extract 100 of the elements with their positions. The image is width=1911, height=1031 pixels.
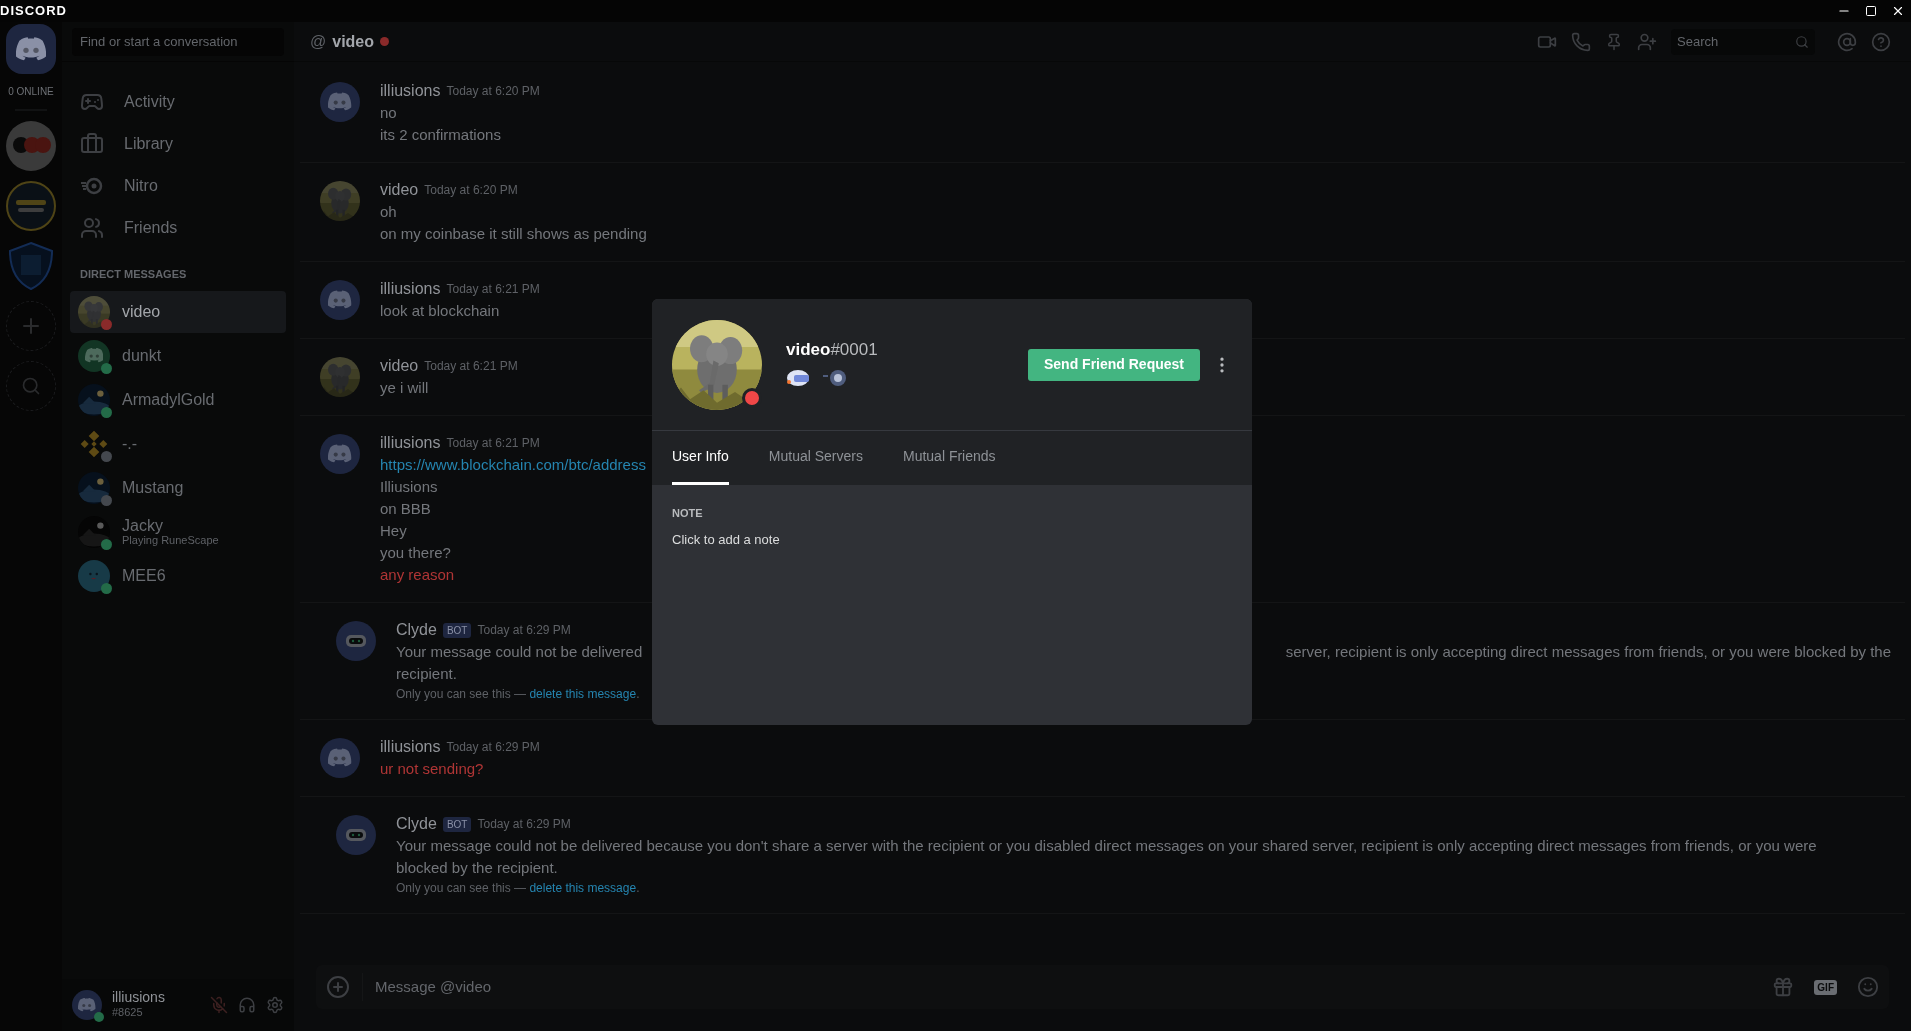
headphones-icon[interactable] bbox=[238, 996, 256, 1014]
help-icon[interactable] bbox=[1871, 31, 1891, 52]
timestamp: Today at 6:21 PM bbox=[424, 358, 518, 375]
username[interactable]: Clyde bbox=[396, 619, 437, 641]
nav-item[interactable]: Friends bbox=[70, 208, 286, 248]
robot-avatar-icon bbox=[336, 815, 376, 855]
message-text: ur not sending? bbox=[380, 760, 484, 777]
timestamp: Today at 6:20 PM bbox=[446, 83, 540, 100]
note-field[interactable]: Click to add a note bbox=[672, 529, 1232, 549]
username[interactable]: video bbox=[380, 179, 419, 201]
activity-text: Playing RuneScape bbox=[122, 533, 219, 546]
robot-avatar-icon bbox=[336, 621, 376, 661]
username[interactable]: illiusions bbox=[380, 432, 441, 454]
server-icon[interactable] bbox=[6, 181, 56, 231]
message-text: on my coinbase it still shows as pending bbox=[380, 225, 647, 242]
message-text: recipient. bbox=[396, 665, 457, 682]
search-icon bbox=[21, 376, 41, 396]
username[interactable]: illiusions bbox=[380, 278, 441, 300]
dm-name: Jacky bbox=[122, 517, 164, 534]
timestamp: Today at 6:21 PM bbox=[446, 281, 540, 298]
search-box[interactable]: Search bbox=[1671, 28, 1815, 55]
dm-name: dunkt bbox=[122, 347, 162, 364]
message-text: any reason bbox=[380, 566, 455, 583]
people-icon bbox=[80, 216, 104, 240]
dm-name: ArmadylGold bbox=[122, 391, 215, 408]
discord-logo-icon bbox=[16, 36, 46, 62]
add-user-icon[interactable] bbox=[1637, 31, 1657, 52]
profile-tab[interactable]: Mutual Servers bbox=[768, 431, 863, 485]
dm-name: Mustang bbox=[122, 479, 184, 496]
app-title: DISCORD bbox=[0, 2, 67, 21]
smiley-avatar-icon bbox=[78, 559, 110, 592]
dm-item[interactable]: Mustang bbox=[70, 466, 286, 509]
ephemeral-note: Only you can see this — delete this message. bbox=[396, 687, 640, 701]
message-placeholder: Message @video bbox=[375, 976, 493, 997]
muted-mic-icon[interactable] bbox=[210, 996, 228, 1014]
username[interactable]: illiusions bbox=[380, 80, 441, 102]
message-text: ye i will bbox=[380, 379, 429, 396]
message-text: you there? bbox=[380, 544, 451, 561]
dm-item[interactable]: dunkt bbox=[70, 334, 286, 377]
phone-icon[interactable] bbox=[1571, 31, 1591, 52]
dm-item[interactable]: MEE6 bbox=[70, 554, 286, 597]
nitro-badge-icon bbox=[822, 368, 848, 389]
nav-item[interactable]: Nitro bbox=[70, 166, 286, 206]
user-name: illiusions bbox=[112, 990, 166, 1005]
upload-icon[interactable] bbox=[326, 975, 350, 999]
server-icon[interactable] bbox=[6, 241, 56, 291]
home-button[interactable] bbox=[6, 24, 56, 74]
maximize-icon[interactable] bbox=[1865, 5, 1877, 17]
pin-icon[interactable] bbox=[1605, 32, 1623, 51]
dm-name: MEE6 bbox=[122, 567, 166, 584]
dm-item[interactable]: video bbox=[70, 290, 286, 333]
channel-title: video bbox=[332, 31, 375, 52]
briefcase-icon bbox=[80, 132, 104, 156]
profile-username: video#0001 bbox=[786, 338, 878, 361]
search-icon bbox=[1795, 34, 1809, 49]
message-text: oh bbox=[380, 203, 397, 220]
dm-item[interactable]: -.- bbox=[70, 422, 286, 465]
message-text: server, recipient is only accepting direct messages from friends, or you were blocked by the bbox=[1285, 642, 1891, 662]
search-placeholder: Search bbox=[1677, 32, 1719, 51]
username[interactable]: video bbox=[380, 355, 419, 377]
dm-name: video bbox=[122, 303, 161, 320]
username[interactable]: Clyde bbox=[396, 813, 437, 835]
profile-tab[interactable]: Mutual Friends bbox=[902, 431, 996, 485]
robot-badge-icon bbox=[786, 368, 812, 389]
server-icon[interactable] bbox=[6, 121, 56, 171]
send-friend-request-button[interactable]: Send Friend Request bbox=[1027, 348, 1200, 381]
bot-tag: BOT bbox=[442, 622, 472, 638]
search-field[interactable]: Find or start a conversation bbox=[72, 27, 284, 56]
message-text: look at blockchain bbox=[380, 302, 500, 319]
discord-logo-icon bbox=[78, 996, 96, 1014]
emoji-icon[interactable] bbox=[1857, 976, 1879, 998]
note-label: NOTE bbox=[672, 506, 704, 521]
nav-item[interactable]: Activity bbox=[70, 82, 286, 122]
at-sign: @ bbox=[310, 31, 327, 52]
profile-tab[interactable]: User Info bbox=[672, 431, 729, 485]
username[interactable]: illiusions bbox=[380, 736, 441, 758]
mention-icon[interactable] bbox=[1837, 31, 1857, 52]
bot-tag: BOT bbox=[442, 816, 472, 832]
dm-item[interactable]: ArmadylGold bbox=[70, 378, 286, 421]
timestamp: Today at 6:29 PM bbox=[477, 816, 571, 833]
online-count: 0 ONLINE bbox=[8, 85, 54, 99]
close-icon[interactable] bbox=[1891, 4, 1905, 18]
message-text: Your message could not be delivered bbox=[396, 642, 643, 662]
message-link[interactable]: https://www.blockchain.com/btc/address bbox=[380, 456, 646, 473]
dm-item[interactable]: Jacky Playing RuneScape bbox=[70, 510, 286, 553]
discord-logo-icon bbox=[84, 346, 104, 365]
timestamp: Today at 6:20 PM bbox=[424, 182, 518, 199]
timestamp: Today at 6:29 PM bbox=[477, 622, 571, 639]
message-text: Illiusions bbox=[380, 478, 438, 495]
message-text: its 2 confirmations bbox=[380, 126, 501, 143]
gift-icon[interactable] bbox=[1772, 976, 1795, 998]
message-text: on BBB bbox=[380, 500, 431, 517]
user-tag: #8625 bbox=[112, 1005, 200, 1020]
nav-item[interactable]: Library bbox=[70, 124, 286, 164]
timestamp: Today at 6:21 PM bbox=[446, 435, 540, 452]
message-text: Your message could not be delivered because you don't share a server with the recipient or you disabled direct messages on your shared server, recipient is only accepting direct messages from friends, or you were blocked by the recipient. bbox=[396, 837, 1817, 876]
dm-name: -.- bbox=[122, 435, 138, 452]
gif-button[interactable]: GIF bbox=[1814, 979, 1837, 995]
settings-icon[interactable] bbox=[266, 996, 284, 1014]
ephemeral-note: Only you can see this — delete this message. bbox=[396, 881, 640, 895]
